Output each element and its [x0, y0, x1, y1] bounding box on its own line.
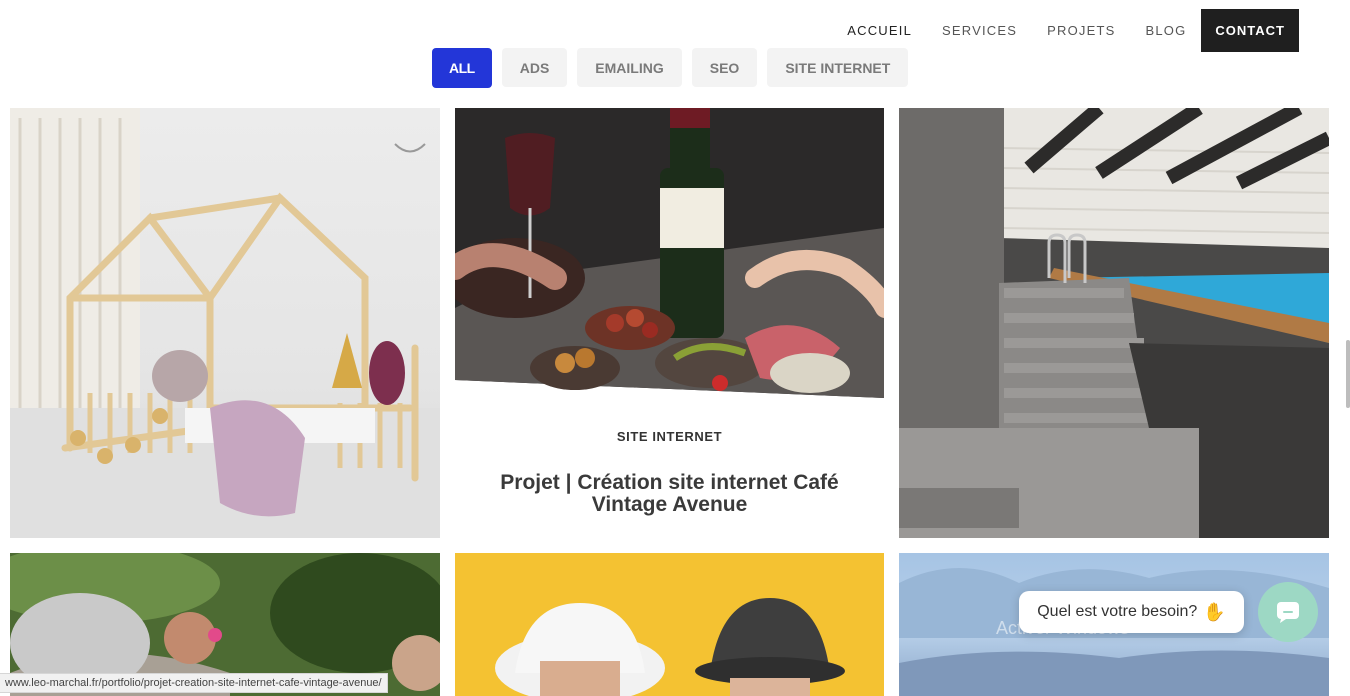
nav-item-services[interactable]: SERVICES [927, 9, 1032, 52]
filter-ads[interactable]: ADS [501, 48, 568, 87]
portfolio-tile-portrait[interactable] [455, 553, 884, 696]
filter-all[interactable]: ALL [432, 48, 492, 88]
portfolio-tile-pool[interactable] [899, 108, 1329, 538]
main-nav: ACCUEIL SERVICES PROJETS BLOG CONTACT [832, 9, 1299, 52]
chat-prompt-text: Quel est votre besoin? [1037, 603, 1198, 620]
project-title[interactable]: Projet | Création site internet Café Vin… [485, 472, 854, 516]
chat-icon [1277, 602, 1299, 623]
nav-item-blog[interactable]: BLOG [1130, 9, 1201, 52]
bed-image [10, 108, 440, 538]
cafe-image [455, 108, 884, 398]
portfolio-filter-bar: ALL ADS EMAILING SEO SITE INTERNET [432, 48, 909, 88]
page-scrollbar[interactable] [1346, 340, 1350, 408]
status-bar-url: www.leo-marchal.fr/portfolio/projet-crea… [0, 673, 388, 693]
filter-emailing[interactable]: EMAILING [577, 48, 682, 87]
waving-hand-icon: ✋ [1203, 601, 1226, 622]
filter-seo[interactable]: SEO [691, 48, 758, 87]
portrait-image [455, 553, 884, 696]
filter-site-internet[interactable]: SITE INTERNET [767, 48, 909, 87]
nav-item-accueil[interactable]: ACCUEIL [832, 9, 927, 52]
project-category-label: SITE INTERNET [616, 429, 723, 444]
chat-prompt-bubble[interactable]: Quel est votre besoin? ✋ [1019, 591, 1244, 633]
portfolio-tile-bed[interactable] [10, 108, 440, 538]
chat-open-button[interactable] [1258, 582, 1318, 642]
pool-image [899, 108, 1329, 538]
contact-button[interactable]: CONTACT [1201, 9, 1299, 52]
portfolio-tile-cafe[interactable]: SITE INTERNET Projet | Création site int… [455, 108, 884, 538]
nav-item-projets[interactable]: PROJETS [1032, 9, 1130, 52]
